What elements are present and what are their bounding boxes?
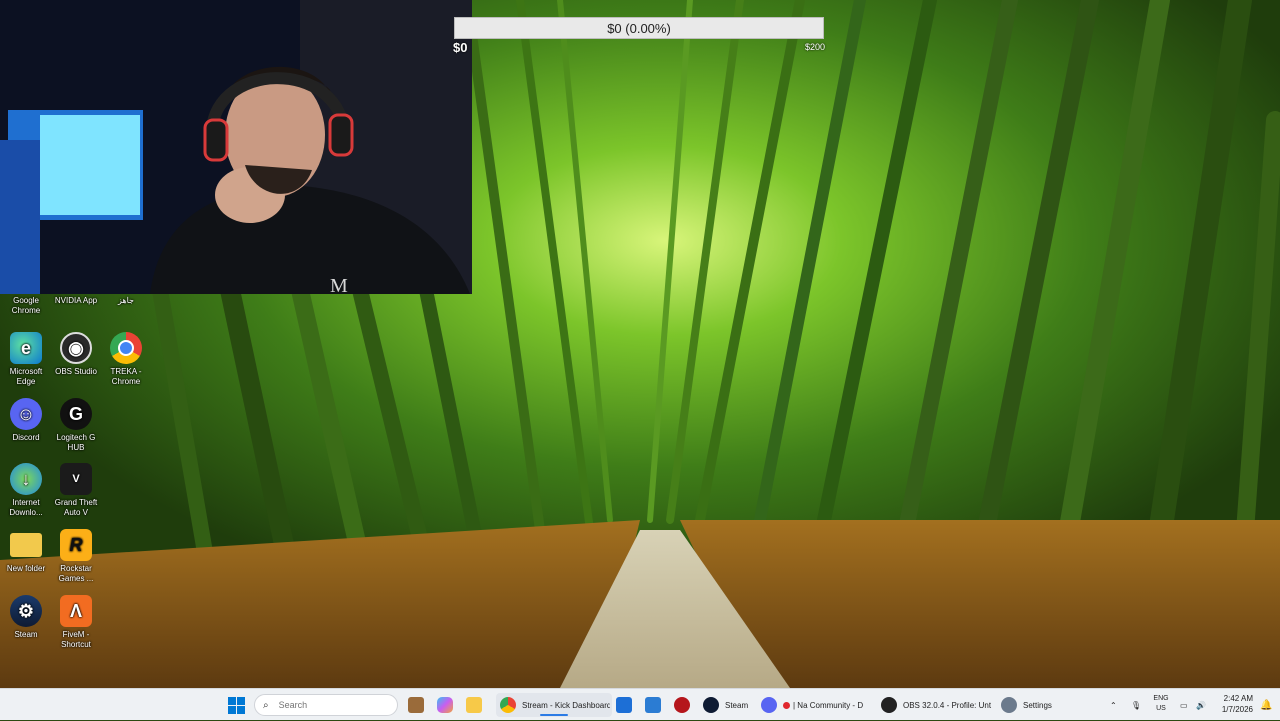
desktop-icon-label: TREKA - Chrome [110, 367, 142, 386]
chrome-icon [110, 332, 142, 364]
desktop-icon-folder-arabic[interactable]: جاهز [100, 296, 152, 306]
clock-date: 1/7/2026 [1221, 705, 1253, 714]
active-window-indicator [540, 714, 568, 716]
desktop-icon-steam[interactable]: ⚙ Steam [0, 595, 52, 640]
desktop-icon-label: Steam [14, 630, 38, 639]
taskbar: ⌕ Stream - Kick Dashboard Steam | Na Com… [0, 688, 1280, 720]
goal-progress-text: $0 (0.00%) [607, 20, 671, 36]
taskbar-search-box[interactable]: ⌕ [254, 694, 398, 716]
desktop-icon-microsoft-edge[interactable]: e Microsoft Edge [0, 332, 52, 387]
gear-icon [1001, 697, 1017, 713]
desktop-icon-fivem[interactable]: Λ FiveM - Shortcut [50, 595, 102, 650]
rockstar-icon: R [60, 529, 92, 561]
desktop-icon-label: Logitech G HUB [56, 433, 96, 452]
clock-time: 2:42 AM [1223, 694, 1253, 703]
taskbar-app-settings[interactable]: Settings [1001, 693, 1061, 717]
donation-goal-bar: $0 (0.00%) [454, 17, 824, 39]
obs-icon [881, 697, 897, 713]
desktop-icon-label: NVIDIA App [54, 296, 98, 305]
taskbar-app-file-explorer[interactable] [466, 693, 482, 717]
logitech-icon: G [60, 398, 92, 430]
goal-min-label: $0 [453, 40, 468, 55]
app-icon [408, 697, 424, 713]
taskbar-app-chrome-kick[interactable]: Stream - Kick Dashboard [496, 693, 612, 717]
taskbar-app-obs[interactable]: OBS 32.0.4 - Profile: Unt [881, 693, 993, 717]
taskbar-app-pinned-1[interactable] [408, 693, 424, 717]
taskbar-clock[interactable]: 2:42 AM 1/7/2026 [1211, 693, 1253, 715]
desktop-icon-nvidia-app[interactable]: NVIDIA App [50, 296, 102, 306]
goal-max-label: $200 [805, 42, 826, 52]
steam-icon: ⚙ [10, 595, 42, 627]
taskbar-app-steam[interactable]: Steam [703, 693, 759, 717]
fivem-icon: Λ [60, 595, 92, 627]
obs-icon: ◉ [60, 332, 92, 364]
show-hidden-icons-chevron-icon[interactable]: ⌃ [1110, 689, 1117, 721]
taskbar-app-label: | Na Community - D [793, 700, 864, 710]
copilot-icon [437, 697, 453, 713]
desktop-icon-rockstar-games[interactable]: R Rockstar Games ... [50, 529, 102, 584]
folder-icon [466, 697, 482, 713]
steam-icon [703, 697, 719, 713]
taskbar-app-discord[interactable]: | Na Community - D [761, 693, 873, 717]
desktop-icon-discord[interactable]: ☺ Discord [0, 398, 52, 443]
language-region: US [1156, 705, 1166, 712]
desktop-icon-label: New folder [6, 564, 46, 573]
folder-icon [10, 533, 42, 557]
network-icon[interactable]: ▭ [1180, 689, 1188, 721]
desktop-icon-gta-v[interactable]: V Grand Theft Auto V [50, 463, 102, 518]
edge-icon: e [10, 332, 42, 364]
mail-icon [645, 697, 661, 713]
desktop-icon-label: OBS Studio [55, 367, 97, 376]
desktop-icon-label: Rockstar Games ... [58, 564, 94, 583]
gta-icon: V [60, 463, 92, 495]
taskbar-app-red[interactable] [674, 693, 690, 717]
windows-logo-icon [228, 696, 245, 714]
desktop-icon-label: FiveM - Shortcut [61, 630, 91, 649]
microphone-icon[interactable]: 🎙 [1131, 689, 1141, 721]
record-icon [674, 697, 690, 713]
desktop-icon-google-chrome[interactable]: Google Chrome [0, 296, 52, 316]
desktop-icon-treka-chrome[interactable]: TREKA - Chrome [100, 332, 152, 387]
notification-bell-icon[interactable]: 🔔 [1260, 689, 1272, 721]
webcam-overlay: M [0, 0, 472, 294]
desktop-icon-internet-download-manager[interactable]: ↓ Internet Downlo... [0, 463, 52, 518]
taskbar-app-label: Stream - Kick Dashboard [522, 700, 610, 710]
desktop-icon-new-folder[interactable]: New folder [0, 529, 52, 574]
taskbar-app-label: OBS 32.0.4 - Profile: Unt [903, 700, 992, 710]
desktop-icon-label: جاهز [117, 296, 134, 305]
desktop-icon-label: Internet Downlo... [9, 498, 43, 517]
language-code: ENG [1153, 695, 1169, 702]
taskbar-app-outlook[interactable] [645, 693, 661, 717]
desktop-icon-label: Discord [12, 433, 40, 442]
desktop-icon-label: Grand Theft Auto V [54, 498, 98, 517]
taskbar-app-label: Settings [1023, 700, 1052, 710]
desktop-icon-label: Microsoft Edge [9, 367, 43, 386]
input-language-indicator[interactable]: ENG US [1150, 694, 1172, 714]
start-button[interactable] [228, 693, 245, 717]
taskbar-app-store[interactable] [616, 693, 632, 717]
discord-icon: ☺ [10, 398, 42, 430]
desktop-icon-logitech-g-hub[interactable]: G Logitech G HUB [50, 398, 102, 453]
idm-icon: ↓ [10, 463, 42, 495]
store-icon [616, 697, 632, 713]
search-input[interactable] [276, 699, 391, 711]
desktop-icon-obs-studio[interactable]: ◉ OBS Studio [50, 332, 102, 377]
volume-icon[interactable]: 🔊 [1196, 689, 1206, 721]
chrome-icon [500, 697, 516, 713]
discord-icon [761, 697, 777, 713]
live-dot-icon [783, 701, 790, 709]
svg-text:M: M [330, 275, 348, 294]
search-icon: ⌕ [263, 699, 269, 711]
taskbar-app-copilot[interactable] [437, 693, 453, 717]
desktop-icon-label: Google Chrome [11, 296, 41, 315]
taskbar-app-label: Steam [725, 700, 749, 710]
